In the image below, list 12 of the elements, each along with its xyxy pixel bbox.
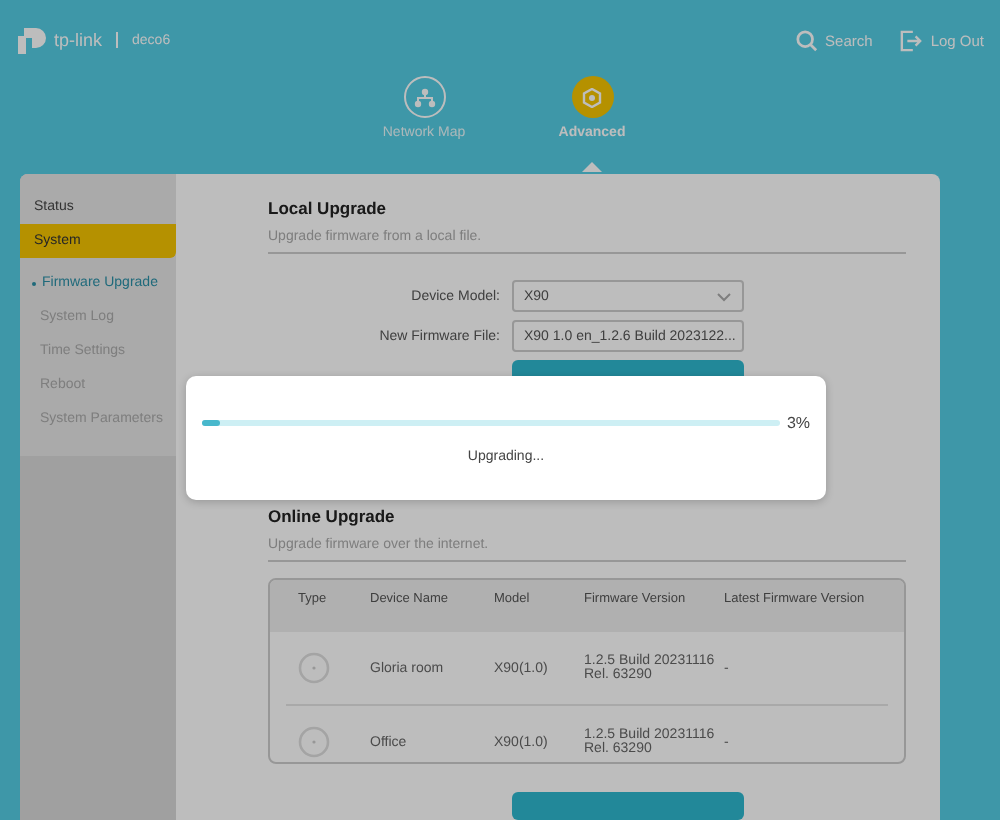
brand-name: tp-link <box>54 30 103 50</box>
gear-icon <box>582 87 602 107</box>
logo-icon <box>16 26 48 54</box>
section-title: Online Upgrade <box>268 506 397 527</box>
network-icon <box>413 87 435 107</box>
progress-percent: 3% <box>786 414 810 432</box>
logout-icon <box>900 29 923 51</box>
device-icon <box>298 652 330 685</box>
device-icon <box>298 726 330 759</box>
search-icon <box>795 29 818 51</box>
section-title: Local Upgrade <box>268 198 389 218</box>
chevron-icon <box>716 291 732 302</box>
